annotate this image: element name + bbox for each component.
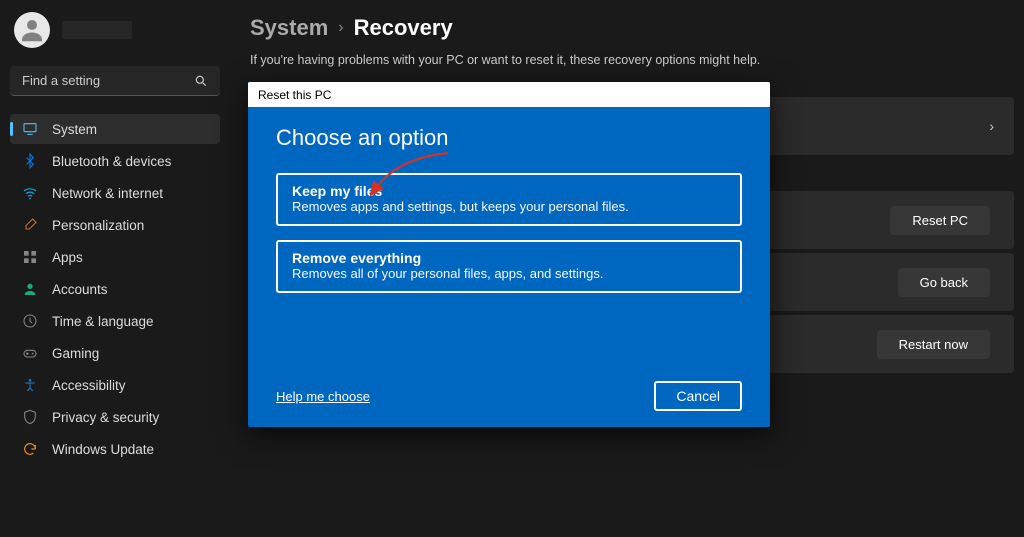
chevron-right-icon: › <box>989 118 994 134</box>
sidebar-item-label: Network & internet <box>52 186 163 201</box>
search-placeholder: Find a setting <box>22 73 100 88</box>
page-title: Recovery <box>354 15 453 41</box>
sidebar-item-label: Accounts <box>52 282 108 297</box>
bluetooth-icon <box>22 153 38 169</box>
sidebar-item-windows-update[interactable]: Windows Update <box>10 434 220 464</box>
go-back-button[interactable]: Go back <box>898 268 990 297</box>
avatar <box>14 12 50 48</box>
account-icon <box>22 281 38 297</box>
sidebar-item-label: Privacy & security <box>52 410 159 425</box>
search-input[interactable]: Find a setting <box>10 66 220 96</box>
cancel-button[interactable]: Cancel <box>654 381 742 411</box>
account-header[interactable] <box>10 12 220 48</box>
help-me-choose-link[interactable]: Help me choose <box>276 389 370 404</box>
sidebar-item-bluetooth-devices[interactable]: Bluetooth & devices <box>10 146 220 176</box>
option-desc: Removes apps and settings, but keeps you… <box>292 199 726 214</box>
wifi-icon <box>22 185 38 201</box>
sidebar-item-gaming[interactable]: Gaming <box>10 338 220 368</box>
reset-pc-dialog: Reset this PC Choose an option Keep my f… <box>248 82 770 427</box>
sidebar: Find a setting System Bluetooth & devices… <box>0 0 230 537</box>
restart-now-button[interactable]: Restart now <box>877 330 990 359</box>
sidebar-item-label: Windows Update <box>52 442 154 457</box>
dialog-titlebar: Reset this PC <box>248 82 770 107</box>
reset-pc-button[interactable]: Reset PC <box>890 206 990 235</box>
option-desc: Removes all of your personal files, apps… <box>292 266 726 281</box>
sidebar-item-privacy-security[interactable]: Privacy & security <box>10 402 220 432</box>
system-icon <box>22 121 38 137</box>
clock-icon <box>22 313 38 329</box>
sidebar-item-personalization[interactable]: Personalization <box>10 210 220 240</box>
option-keep-my-files[interactable]: Keep my files Removes apps and settings,… <box>276 173 742 226</box>
breadcrumb: System › Recovery <box>250 15 1014 41</box>
brush-icon <box>22 217 38 233</box>
sidebar-item-accounts[interactable]: Accounts <box>10 274 220 304</box>
sidebar-item-accessibility[interactable]: Accessibility <box>10 370 220 400</box>
access-icon <box>22 377 38 393</box>
sidebar-item-label: Personalization <box>52 218 144 233</box>
sidebar-item-label: Accessibility <box>52 378 126 393</box>
sidebar-item-apps[interactable]: Apps <box>10 242 220 272</box>
option-title: Remove everything <box>292 250 726 266</box>
option-title: Keep my files <box>292 183 726 199</box>
page-subtitle: If you're having problems with your PC o… <box>250 53 1014 67</box>
shield-icon <box>22 409 38 425</box>
sidebar-item-label: System <box>52 122 97 137</box>
gaming-icon <box>22 345 38 361</box>
chevron-right-icon: › <box>338 19 343 37</box>
dialog-title: Reset this PC <box>258 88 331 102</box>
option-remove-everything[interactable]: Remove everything Removes all of your pe… <box>276 240 742 293</box>
account-name-redacted <box>62 21 132 39</box>
sidebar-item-system[interactable]: System <box>10 114 220 144</box>
sidebar-item-label: Bluetooth & devices <box>52 154 171 169</box>
sidebar-item-time-language[interactable]: Time & language <box>10 306 220 336</box>
sidebar-item-label: Time & language <box>52 314 154 329</box>
sidebar-item-label: Gaming <box>52 346 99 361</box>
nav-list: System Bluetooth & devices Network & inter… <box>10 114 220 464</box>
breadcrumb-parent[interactable]: System <box>250 15 328 41</box>
search-icon <box>194 74 208 88</box>
apps-icon <box>22 249 38 265</box>
dialog-heading: Choose an option <box>276 125 742 151</box>
update-icon <box>22 441 38 457</box>
sidebar-item-network-internet[interactable]: Network & internet <box>10 178 220 208</box>
sidebar-item-label: Apps <box>52 250 83 265</box>
